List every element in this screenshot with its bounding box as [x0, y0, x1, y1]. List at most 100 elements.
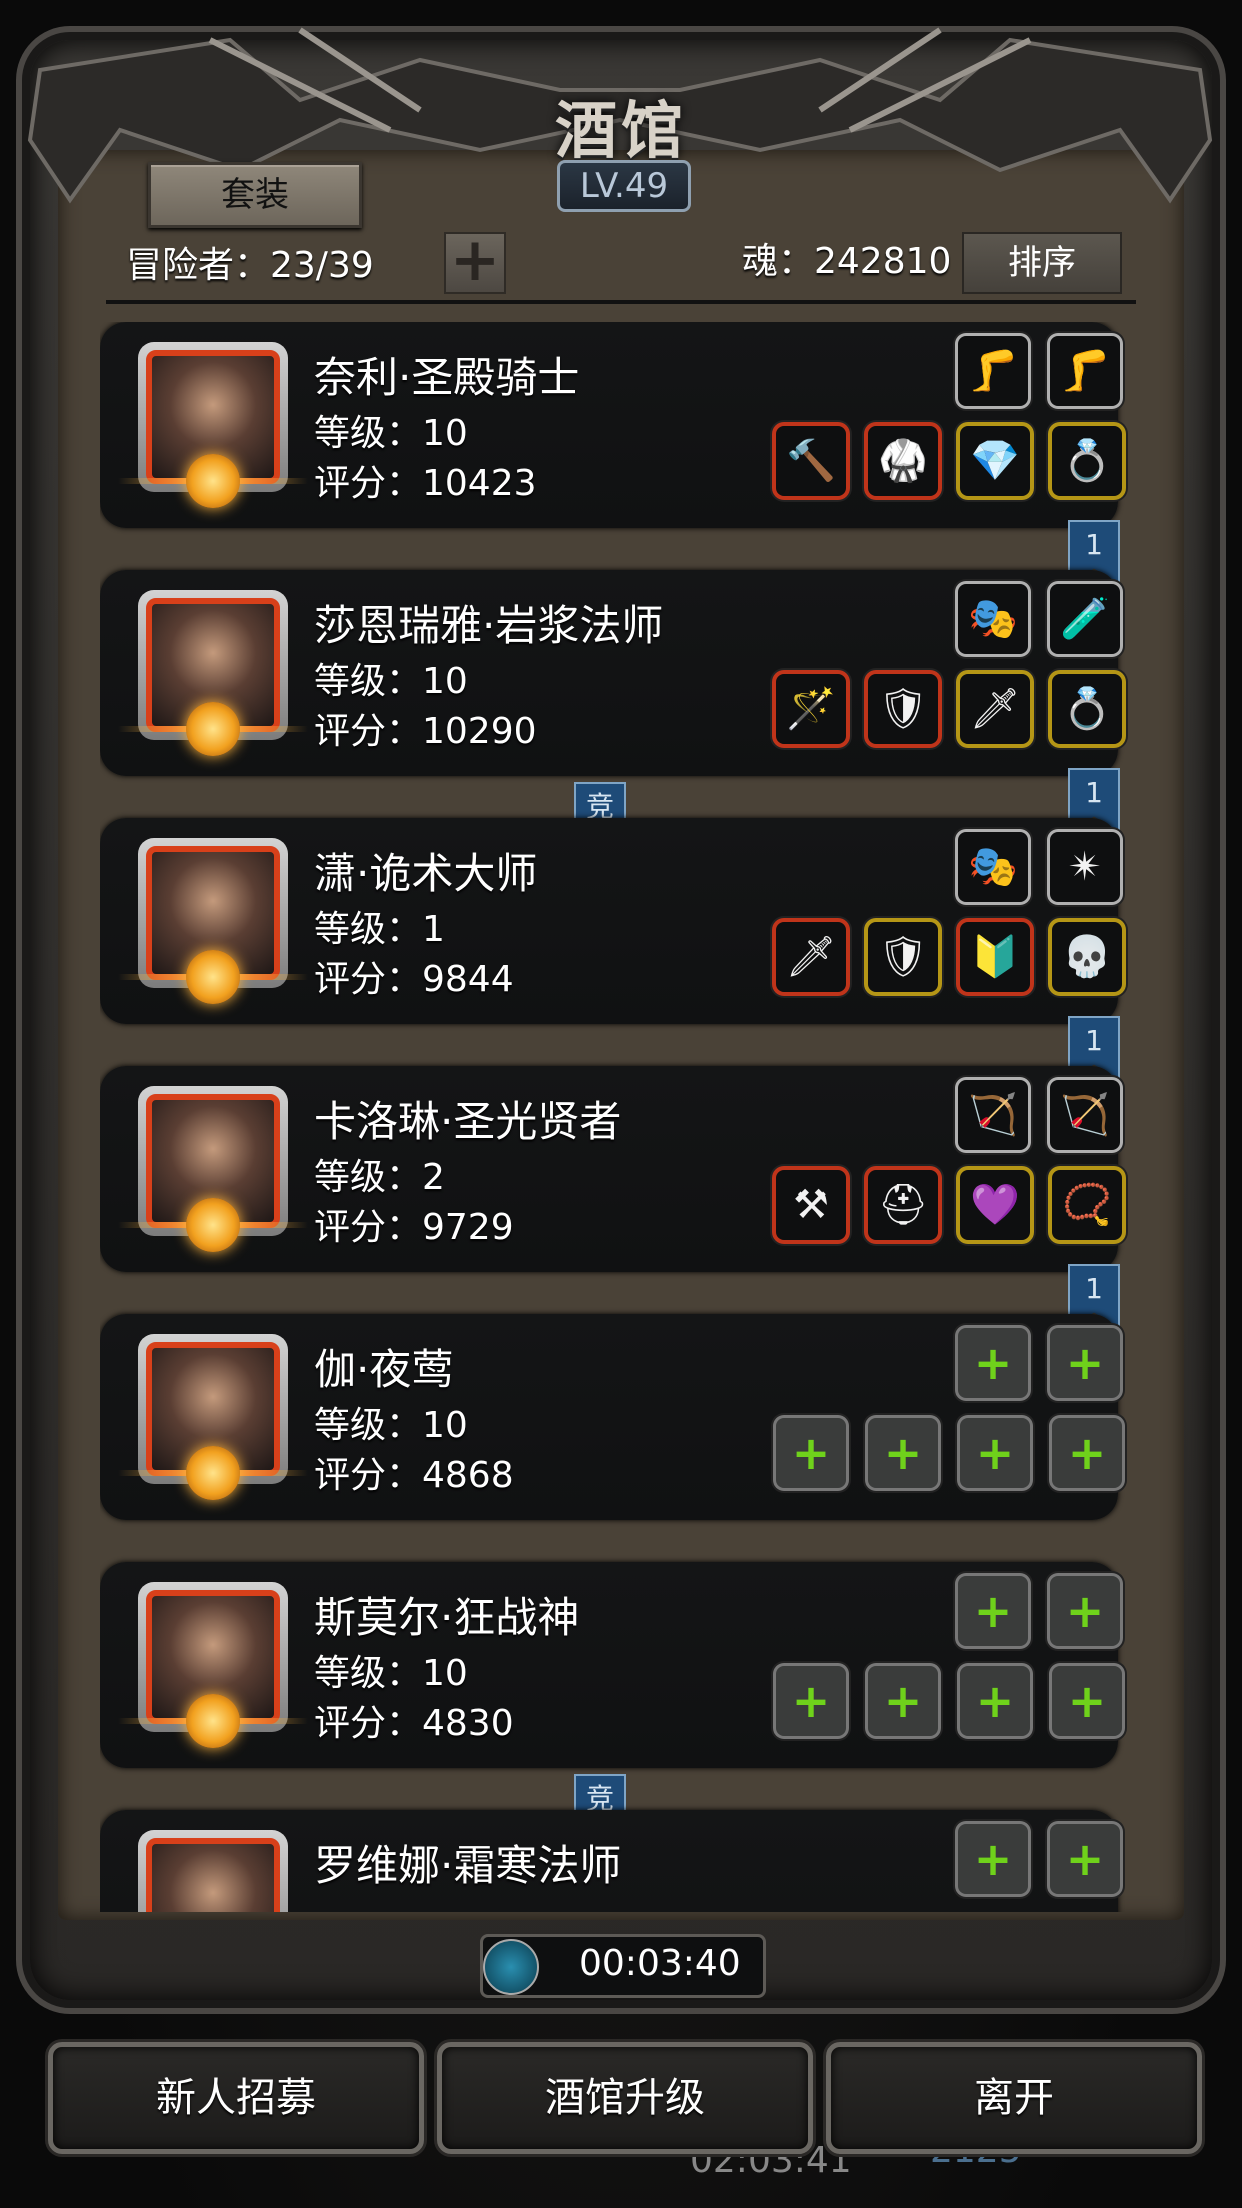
hero-card[interactable]: 斯莫尔·狂战神 等级：10 评分：4830 + + + + + + [100, 1562, 1122, 1768]
recruit-button[interactable]: 新人招募 [48, 2042, 424, 2154]
amulet-icon: ✴ [1068, 844, 1102, 890]
equipment-slot[interactable]: + [1052, 1418, 1122, 1488]
clock-icon [483, 1939, 539, 1995]
sun-emblem-icon [186, 454, 240, 508]
equipment-slot[interactable]: + [958, 1824, 1028, 1894]
hero-name: 卡洛琳·圣光贤者 [314, 1097, 622, 1146]
hero-list[interactable]: 奈利·圣殿骑士 等级：10 评分：10423 🦵 🦵 🔨 🥋 💎 💍 1 莎恩瑞雅·岩浆法师 等级：1… [100, 322, 1140, 1912]
sun-emblem-icon [186, 1446, 240, 1500]
equipment-slot[interactable]: 🏹 [1050, 1080, 1120, 1150]
hero-portrait[interactable] [118, 1334, 308, 1500]
equipment-slot[interactable]: + [960, 1666, 1030, 1736]
equipment-slot[interactable]: 🔰 [960, 922, 1030, 992]
tavern-level-badge: LV.49 [557, 160, 691, 212]
equipment-slot[interactable]: + [958, 1576, 1028, 1646]
equipment-slot[interactable]: 💍 [1052, 674, 1122, 744]
equipment-slot[interactable]: ⛑ [868, 1170, 938, 1240]
equipment-slot[interactable]: + [776, 1666, 846, 1736]
hero-portrait[interactable] [118, 1086, 308, 1252]
equipment-slot[interactable]: 🛡 [868, 674, 938, 744]
add-slot-icon: + [791, 1674, 831, 1728]
mace-icon: ⚒ [793, 1182, 829, 1228]
equipment-slot[interactable]: + [868, 1666, 938, 1736]
hero-score: 评分：9729 [314, 1207, 514, 1248]
hero-card[interactable]: 卡洛琳·圣光贤者 等级：2 评分：9729 🏹 🏹 ⚒ ⛑ 💜 📿 [100, 1066, 1122, 1272]
portrait-image [146, 1838, 280, 1912]
hero-card[interactable]: 潇·诡术大师 等级：1 评分：9844 🎭 ✴ 🗡 🛡 🔰 💀 [100, 818, 1122, 1024]
equipment-slot[interactable]: + [1050, 1328, 1120, 1398]
hero-portrait[interactable] [118, 342, 308, 508]
equipment-slot[interactable]: + [958, 1328, 1028, 1398]
equipment-slot[interactable]: + [1050, 1576, 1120, 1646]
add-slot-icon: + [973, 1832, 1013, 1886]
leg-armor-icon: 🦵 [968, 348, 1018, 394]
shield-icon: 🔰 [970, 934, 1020, 980]
equipment-slot[interactable]: 🥋 [868, 426, 938, 496]
add-slot-icon: + [1067, 1426, 1107, 1480]
hero-name: 罗维娜·霜寒法师 [314, 1841, 622, 1890]
add-adventurer-button[interactable]: + [444, 230, 506, 294]
hero-card[interactable]: 奈利·圣殿骑士 等级：10 评分：10423 🦵 🦵 🔨 🥋 💎 💍 [100, 322, 1122, 528]
leg-armor-icon: 🦵 [1060, 348, 1110, 394]
equipment-slot[interactable]: 🪄 [776, 674, 846, 744]
purple-ring-icon: 💜 [970, 1182, 1020, 1228]
equipment-slot[interactable]: 💎 [960, 426, 1030, 496]
equipment-slot[interactable]: 🎭 [958, 832, 1028, 902]
equipment-slot[interactable]: 🦵 [1050, 336, 1120, 406]
hero-portrait[interactable] [118, 590, 308, 756]
equipment-slot[interactable]: 💍 [1052, 426, 1122, 496]
hero-card[interactable]: 莎恩瑞雅·岩浆法师 等级：10 评分：10290 🎭 🧪 🪄 🛡 🗡 💍 [100, 570, 1122, 776]
equipment-slot[interactable]: + [868, 1418, 938, 1488]
equipment-slot[interactable]: 🏹 [958, 1080, 1028, 1150]
hero-portrait[interactable] [138, 1830, 288, 1912]
sun-emblem-icon [186, 1694, 240, 1748]
add-slot-icon: + [1067, 1674, 1107, 1728]
equipment-slot[interactable]: 🛡 [868, 922, 938, 992]
set-button[interactable]: 套装 [148, 162, 362, 228]
hero-score: 评分：4830 [314, 1703, 514, 1744]
dagger-icon: 🗡 [969, 686, 1021, 732]
equipment-slot[interactable]: 💀 [1052, 922, 1122, 992]
equipment-slot[interactable]: 🗡 [960, 674, 1030, 744]
skull-helm-icon: 💀 [1062, 934, 1112, 980]
hero-card[interactable]: 罗维娜·霜寒法师 + + [100, 1810, 1120, 1912]
equipment-slot[interactable]: 🗡 [776, 922, 846, 992]
equipment-slot[interactable]: ✴ [1050, 832, 1120, 902]
add-slot-icon: + [1065, 1832, 1105, 1886]
equipment-slot[interactable]: 🎭 [958, 584, 1028, 654]
equipment-slot[interactable]: 📿 [1052, 1170, 1122, 1240]
add-slot-icon: + [1065, 1336, 1105, 1390]
upgrade-tavern-button[interactable]: 酒馆升级 [437, 2042, 813, 2154]
equipment-slot[interactable]: 💜 [960, 1170, 1030, 1240]
necklace-icon: 📿 [1062, 1182, 1112, 1228]
hero-name: 奈利·圣殿骑士 [314, 353, 580, 402]
equipment-slot[interactable]: 🧪 [1050, 584, 1120, 654]
adventurer-count: 冒险者：23/39 [126, 245, 374, 286]
equipment-slot[interactable]: + [1052, 1666, 1122, 1736]
add-slot-icon: + [791, 1426, 831, 1480]
leave-button[interactable]: 离开 [826, 2042, 1202, 2154]
green-armor-icon: 🥋 [878, 438, 928, 484]
hero-portrait[interactable] [118, 1582, 308, 1748]
add-slot-icon: + [973, 1584, 1013, 1638]
gold-ring-icon: 💍 [1062, 686, 1112, 732]
header-divider [106, 300, 1136, 304]
hero-level: 等级：10 [314, 413, 468, 454]
equipment-slot[interactable]: + [776, 1418, 846, 1488]
equipment-slot[interactable]: ⚒ [776, 1170, 846, 1240]
hero-portrait[interactable] [118, 838, 308, 1004]
equipment-slot[interactable]: 🔨 [776, 426, 846, 496]
sun-emblem-icon [186, 702, 240, 756]
equipment-slot[interactable]: + [960, 1418, 1030, 1488]
hero-card[interactable]: 伽·夜莺 等级：10 评分：4868 + + + + + + [100, 1314, 1122, 1520]
hero-score: 评分：10290 [314, 711, 537, 752]
hero-level: 等级：10 [314, 1653, 468, 1694]
add-slot-icon: + [883, 1426, 923, 1480]
hero-name: 伽·夜莺 [314, 1345, 454, 1394]
sort-button[interactable]: 排序 [962, 232, 1122, 294]
equipment-slot[interactable]: + [1050, 1824, 1120, 1894]
equipment-slot[interactable]: 🦵 [958, 336, 1028, 406]
purple-armor-icon: 🛡 [877, 686, 929, 732]
bow-icon: 🏹 [1060, 1092, 1110, 1138]
potion-icon: 🧪 [1060, 596, 1110, 642]
